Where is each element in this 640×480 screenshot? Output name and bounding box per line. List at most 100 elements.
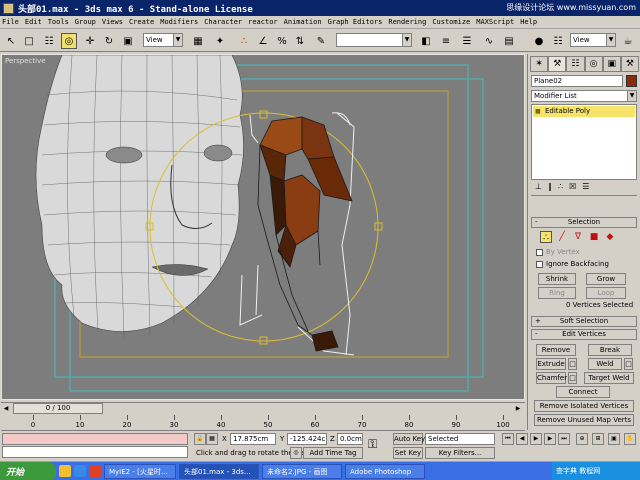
display-tab-icon[interactable]: ▣ [602, 56, 621, 72]
menu-reactor[interactable]: reactor [248, 18, 278, 26]
task-3dsmax[interactable]: 头部01.max - 3ds... [179, 463, 259, 479]
remove-isolated-vertices-button[interactable]: Remove Isolated Vertices [534, 400, 634, 412]
menu-maxscript[interactable]: MAXScript [476, 18, 514, 26]
modify-tab-icon[interactable]: ⚒ [548, 56, 567, 72]
zoom-extents-icon[interactable]: ▣ [608, 433, 620, 445]
named-selection-select[interactable]: ▼ [336, 33, 412, 47]
menu-character[interactable]: Character [204, 18, 242, 26]
menu-rendering[interactable]: Rendering [388, 18, 426, 26]
z-coordinate-field[interactable]: 0.0cm [337, 433, 363, 445]
viewport-label[interactable]: Perspective [5, 57, 46, 65]
menu-help[interactable]: Help [520, 18, 537, 26]
task-paint[interactable]: 未命名2.JPG - 画图 [262, 463, 342, 479]
element-icon[interactable]: ◆ [604, 231, 616, 243]
select-by-name-icon[interactable]: ☷ [41, 33, 57, 49]
zoom-icon[interactable]: ⊕ [576, 433, 588, 445]
modifier-list-select[interactable]: Modifier List ▼ [531, 90, 637, 102]
border-icon[interactable]: ∇ [572, 231, 584, 243]
stack-item-editable-poly[interactable]: Editable Poly [533, 106, 635, 117]
pivot-icon[interactable]: ▦ [190, 33, 206, 49]
select-manipulate-icon[interactable]: ✦ [212, 33, 228, 49]
key-icon[interactable]: ⚿ [368, 437, 377, 452]
object-color-swatch[interactable] [626, 75, 637, 87]
hierarchy-tab-icon[interactable]: ☷ [566, 56, 585, 72]
time-slider[interactable]: ◀ 0 / 100 ▶ [1, 402, 525, 414]
gizmo-handle-right[interactable] [374, 222, 383, 231]
snap-icon[interactable]: ∴ [236, 33, 252, 49]
task-myie2[interactable]: MyIE2 - [火星时... [104, 463, 176, 479]
key-filters-button[interactable]: Key Filters... [425, 447, 495, 459]
menu-group[interactable]: Group [75, 18, 96, 26]
vertex-icon[interactable]: ∴ [540, 231, 552, 243]
select-arrow-icon[interactable]: ↖ [3, 33, 19, 49]
ear-polygons[interactable] [259, 116, 353, 352]
y-coordinate-field[interactable]: -125.424cr [287, 433, 327, 445]
region-window-icon[interactable]: ◎ [61, 33, 77, 49]
material-editor-icon[interactable]: ● [531, 33, 547, 49]
absolute-mode-icon[interactable]: ▦ [206, 433, 218, 445]
play-icon[interactable]: ▶ [530, 433, 542, 445]
pan-icon[interactable]: ✋ [624, 433, 636, 445]
weld-settings-icon[interactable]: □ [624, 358, 633, 370]
soft-selection-rollout[interactable]: + Soft Selection [531, 316, 637, 327]
loop-button[interactable]: Loop [586, 287, 626, 299]
configure-modifier-icon[interactable]: ☰ [582, 182, 589, 195]
render-view-select[interactable]: View ▼ [570, 33, 616, 47]
edit-vertices-rollout[interactable]: - Edit Vertices [531, 329, 637, 340]
angle-snap-icon[interactable]: ∠ [255, 33, 271, 49]
extrude-settings-icon[interactable]: □ [568, 358, 577, 370]
mirror-icon[interactable]: ◧ [418, 33, 434, 49]
set-key-button[interactable]: Set Key [393, 447, 423, 459]
add-time-tag-button[interactable]: Add Time Tag [303, 447, 363, 459]
selection-rollout[interactable]: - Selection [531, 217, 637, 228]
object-name-field[interactable]: Plane02 [531, 75, 623, 87]
menu-edit[interactable]: Edit [25, 18, 42, 26]
create-tab-icon[interactable]: ✶ [530, 56, 549, 72]
track-bar[interactable]: 0 10 20 30 40 50 60 70 80 90 100 [1, 415, 525, 431]
go-start-icon[interactable]: ⏮ [502, 433, 514, 445]
utilities-tab-icon[interactable]: ⚒ [620, 56, 640, 72]
perspective-viewport[interactable]: Perspective [1, 54, 525, 400]
selected-set-select[interactable]: Selected [425, 433, 495, 445]
target-weld-button[interactable]: Target Weld [584, 372, 634, 384]
connect-button[interactable]: Connect [556, 386, 610, 398]
scale-icon[interactable]: ▣ [120, 33, 136, 49]
move-icon[interactable]: ✛ [82, 33, 98, 49]
menu-graph-editors[interactable]: Graph Editors [328, 18, 383, 26]
time-slider-thumb[interactable]: 0 / 100 [13, 403, 103, 414]
quick-render-icon[interactable]: ☕ [620, 33, 636, 49]
task-photoshop[interactable]: Adobe Photoshop [345, 463, 425, 479]
menu-create[interactable]: Create [129, 18, 154, 26]
ignore-backfacing-checkbox[interactable]: Ignore Backfacing [536, 260, 609, 268]
time-prev-icon[interactable]: ◀ [1, 403, 11, 414]
pin-stack-icon[interactable]: ⊥ [535, 182, 542, 195]
time-next-icon[interactable]: ▶ [513, 403, 523, 414]
remove-modifier-icon[interactable]: ☒ [569, 182, 576, 195]
menu-views[interactable]: Views [102, 18, 123, 26]
auto-key-button[interactable]: Auto Key [393, 433, 425, 445]
make-unique-icon[interactable]: ∴ [558, 182, 563, 195]
menu-customize[interactable]: Customize [432, 18, 470, 26]
chamfer-button[interactable]: Chamfer [536, 372, 567, 384]
remove-button[interactable]: Remove [536, 344, 576, 356]
named-selection-icon[interactable]: ✎ [313, 33, 329, 49]
select-region-icon[interactable]: □ [21, 33, 37, 49]
align-icon[interactable]: ≡ [438, 33, 454, 49]
layer-icon[interactable]: ☰ [459, 33, 475, 49]
quicklaunch-folder-icon[interactable] [59, 465, 71, 477]
spinner-snap-icon[interactable]: ⇅ [292, 33, 308, 49]
quicklaunch-ie-icon[interactable] [74, 465, 86, 477]
menu-modifiers[interactable]: Modifiers [160, 18, 198, 26]
zoom-all-icon[interactable]: ⊞ [592, 433, 604, 445]
motion-tab-icon[interactable]: ◎ [584, 56, 603, 72]
maxscript-input[interactable] [2, 446, 188, 458]
weld-button[interactable]: Weld [588, 358, 622, 370]
ref-coord-select[interactable]: View ▼ [143, 33, 183, 47]
quicklaunch-app-icon[interactable] [89, 465, 101, 477]
remove-unused-map-verts-button[interactable]: Remove Unused Map Verts [534, 414, 634, 426]
render-scene-icon[interactable]: ☷ [550, 33, 566, 49]
prev-frame-icon[interactable]: ◀ [516, 433, 528, 445]
show-end-result-icon[interactable]: ‖ [548, 182, 552, 195]
next-frame-icon[interactable]: ▶ [544, 433, 556, 445]
polygon-icon[interactable]: ■ [588, 231, 600, 243]
